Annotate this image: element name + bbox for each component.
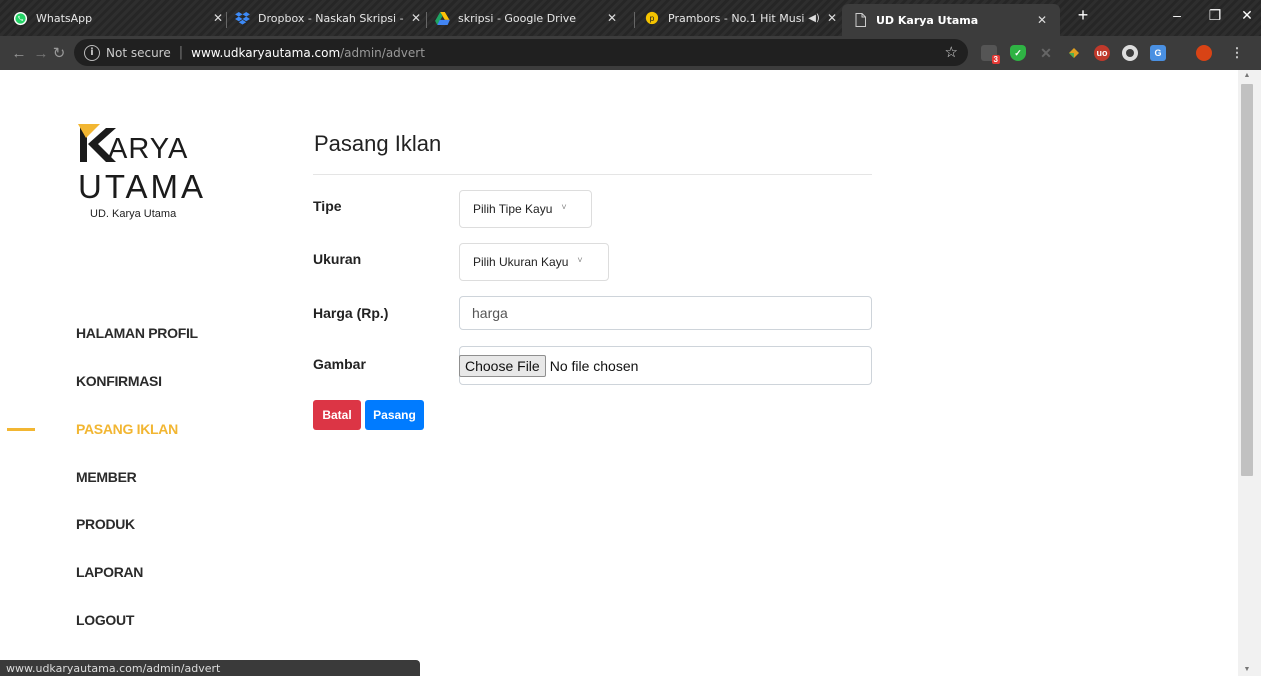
main-content: Pasang Iklan Tipe Pilih Tipe Kayu ˅ Ukur… bbox=[300, 70, 920, 470]
gambar-label: Gambar bbox=[313, 356, 366, 372]
tab-close-icon[interactable]: ✕ bbox=[1034, 13, 1050, 27]
page-title: Pasang Iklan bbox=[314, 131, 442, 156]
new-tab-button[interactable]: + bbox=[1068, 0, 1098, 30]
sidebar-item-logout[interactable]: LOGOUT bbox=[76, 612, 134, 628]
logo[interactable]: ARYA UTAMA UD. Karya Utama bbox=[78, 124, 228, 224]
separator: | bbox=[178, 45, 184, 60]
tab-close-icon[interactable]: ✕ bbox=[604, 11, 620, 25]
minimize-button[interactable]: – bbox=[1157, 0, 1197, 30]
address-bar[interactable]: i Not secure | www.udkaryautama.com /adm… bbox=[74, 39, 968, 66]
file-status: No file chosen bbox=[549, 357, 639, 374]
logo-text-line2: UTAMA bbox=[78, 168, 207, 205]
tab-close-icon[interactable]: ✕ bbox=[824, 11, 840, 25]
whatsapp-icon bbox=[12, 10, 28, 26]
sidebar-item-pasang-iklan[interactable]: PASANG IKLAN bbox=[76, 421, 178, 437]
sidebar-item-konfirmasi[interactable]: KONFIRMASI bbox=[76, 373, 162, 389]
forward-arrow-icon: → bbox=[33, 44, 49, 62]
scroll-down-icon[interactable]: ▼ bbox=[1241, 666, 1253, 673]
tipe-select-value: Pilih Tipe Kayu bbox=[473, 202, 553, 216]
tab-title: UD Karya Utama bbox=[876, 13, 979, 27]
shield-icon[interactable]: ✓ bbox=[1010, 45, 1026, 61]
tab-title: WhatsApp bbox=[36, 11, 93, 25]
sidebar-item-laporan[interactable]: LAPORAN bbox=[76, 564, 143, 580]
security-label: Not secure bbox=[106, 45, 171, 60]
status-bar: www.udkaryautama.com/admin/advert bbox=[0, 660, 420, 676]
ukuran-select[interactable]: Pilih Ukuran Kayu ˅ bbox=[459, 243, 609, 281]
svg-text:p: p bbox=[650, 14, 655, 23]
harga-input[interactable]: harga bbox=[459, 296, 872, 330]
title-divider bbox=[313, 174, 872, 175]
reload-button[interactable]: ↻ bbox=[48, 42, 70, 64]
bookmark-star-icon[interactable]: ☆ bbox=[945, 43, 958, 61]
url-host: www.udkaryautama.com bbox=[191, 45, 341, 60]
extension-badge-icon[interactable]: 3 bbox=[981, 45, 1000, 64]
tab-ud-karya-utama[interactable]: UD Karya Utama ✕ bbox=[842, 4, 1060, 36]
chevron-down-icon: ˅ bbox=[561, 202, 567, 212]
ublock-icon[interactable]: uo bbox=[1094, 45, 1110, 61]
menu-dots-icon[interactable]: ⋮ bbox=[1229, 45, 1245, 61]
x-extension-icon[interactable]: ✕ bbox=[1038, 45, 1054, 61]
url-path: /admin/advert bbox=[340, 45, 425, 60]
sidebar-item-halaman-profil[interactable]: HALAMAN PROFIL bbox=[76, 325, 198, 341]
color-extension-icon[interactable] bbox=[1066, 45, 1082, 61]
tab-dropbox[interactable]: Dropbox - Naskah Skripsi - 16 ✕ bbox=[234, 5, 424, 31]
reload-icon: ↻ bbox=[52, 45, 66, 62]
extension-badge-count: 3 bbox=[991, 55, 1000, 64]
tab-close-icon[interactable]: ✕ bbox=[408, 11, 424, 25]
tab-close-icon[interactable]: ✕ bbox=[210, 11, 226, 25]
audio-playing-icon[interactable]: ◀) bbox=[804, 13, 824, 24]
prambors-icon: p bbox=[644, 10, 660, 26]
browser-tab-strip: WhatsApp ✕ Dropbox - Naskah Skripsi - 16… bbox=[0, 0, 1261, 36]
submit-button[interactable]: Pasang bbox=[365, 400, 424, 430]
tab-whatsapp[interactable]: WhatsApp ✕ bbox=[12, 5, 226, 31]
tipe-select[interactable]: Pilih Tipe Kayu ˅ bbox=[459, 190, 592, 228]
sidebar-item-member[interactable]: MEMBER bbox=[76, 469, 137, 485]
profile-avatar-icon[interactable] bbox=[1196, 45, 1212, 61]
tab-google-drive[interactable]: skripsi - Google Drive ✕ bbox=[434, 5, 620, 31]
record-icon[interactable] bbox=[1122, 45, 1138, 61]
harga-label: Harga (Rp.) bbox=[313, 305, 389, 321]
google-drive-icon bbox=[434, 10, 450, 26]
scrollbar-thumb[interactable] bbox=[1241, 84, 1253, 476]
ukuran-select-value: Pilih Ukuran Kayu bbox=[473, 255, 569, 269]
dropbox-icon bbox=[234, 10, 250, 26]
ukuran-label: Ukuran bbox=[313, 251, 362, 267]
tab-prambors[interactable]: p Prambors - No.1 Hit Music ◀) ✕ bbox=[644, 5, 840, 31]
logo-text-line1: ARYA bbox=[108, 133, 189, 165]
choose-file-button[interactable]: Choose File bbox=[459, 354, 546, 377]
page-icon bbox=[852, 12, 868, 28]
chevron-down-icon: ˅ bbox=[577, 255, 583, 265]
active-indicator bbox=[7, 428, 35, 431]
gambar-file-input[interactable]: Choose File No file chosen bbox=[459, 346, 872, 385]
logo-subtitle: UD. Karya Utama bbox=[90, 208, 177, 220]
scroll-up-icon[interactable]: ▲ bbox=[1241, 72, 1253, 79]
tab-separator bbox=[426, 12, 427, 28]
translate-icon[interactable]: G bbox=[1150, 45, 1166, 61]
harga-placeholder: harga bbox=[472, 305, 508, 321]
tab-separator bbox=[226, 12, 227, 28]
cancel-button[interactable]: Batal bbox=[313, 400, 361, 430]
back-button[interactable]: ← bbox=[8, 42, 30, 64]
sidebar-item-produk[interactable]: PRODUK bbox=[76, 516, 135, 532]
info-icon[interactable]: i bbox=[84, 44, 100, 61]
sidebar: ARYA UTAMA UD. Karya Utama HALAMAN PROFI… bbox=[0, 70, 265, 660]
tipe-label: Tipe bbox=[313, 198, 342, 214]
tab-title: Prambors - No.1 Hit Music bbox=[668, 11, 804, 25]
back-arrow-icon: ← bbox=[11, 44, 27, 62]
tab-separator bbox=[634, 12, 635, 28]
close-window-button[interactable]: ✕ bbox=[1227, 0, 1261, 30]
tab-title: Dropbox - Naskah Skripsi - 16 bbox=[258, 11, 408, 25]
tab-title: skripsi - Google Drive bbox=[458, 11, 577, 25]
